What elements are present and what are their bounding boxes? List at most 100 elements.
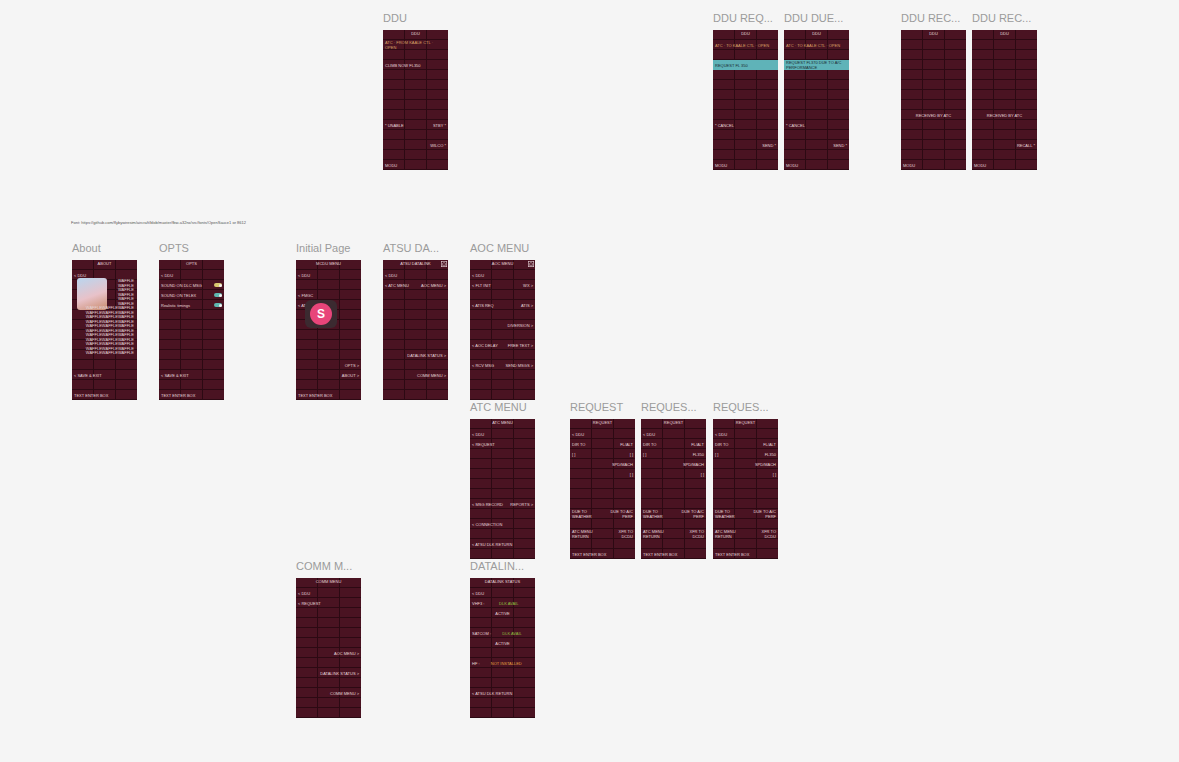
artboard-label[interactable]: AOC MENU xyxy=(470,242,535,260)
left-cell[interactable]: MODU xyxy=(974,163,986,168)
artboard-label[interactable]: DDU REC... xyxy=(972,12,1037,30)
left-cell[interactable]: < SAVE & EXIT xyxy=(74,373,102,378)
artboard[interactable]: DATALIN...DATALINK STATUS< DDUVHF3 :DLK … xyxy=(470,560,535,718)
left-cell[interactable]: < DDU xyxy=(472,591,484,596)
right-cell[interactable]: STBY * xyxy=(433,123,446,128)
right-cell[interactable]: AOC MENU > xyxy=(421,283,446,288)
right-cell[interactable]: DUE TO A/C PERF xyxy=(747,509,776,519)
screen-frame[interactable]: REQUEST< DDUDIR TOFL/ALT[ ]FL350SPD/MACH… xyxy=(641,419,706,559)
right-cell[interactable]: XFR TO DCDU xyxy=(680,529,704,539)
right-cell[interactable]: COMM MENU > xyxy=(417,373,446,378)
artboard[interactable]: AOC MENUAOC MENU< DDU< FLT INITWX >< ATI… xyxy=(470,242,535,400)
artboard[interactable]: ATC MENUATC MENU< DDU< REQUEST< MSG RECO… xyxy=(470,401,535,559)
right-cell[interactable]: FL/ALT xyxy=(763,442,776,447)
screen-frame[interactable]: DDURECEIVED BY ATCRECALL *MODU xyxy=(972,30,1037,170)
artboard[interactable]: ATSU DA...ATSU DATALINK< DDU< ATC MENUAO… xyxy=(383,242,448,400)
screen-frame[interactable]: OPTS< DDUSOUND ON DLC MSGSOUND ON TELEXR… xyxy=(159,260,224,400)
left-cell[interactable]: * UNABLE xyxy=(385,123,404,128)
left-cell[interactable]: < DDU xyxy=(715,432,727,437)
left-cell[interactable]: < DDU xyxy=(572,432,584,437)
artboard[interactable]: AboutABOUT< DDU< SAVE & EXITTEXT ENTER B… xyxy=(72,242,137,400)
right-cell[interactable]: OPTS > xyxy=(345,363,359,368)
toggle-switch[interactable] xyxy=(214,303,222,307)
right-cell[interactable]: [ ] xyxy=(630,472,633,477)
left-cell[interactable]: < SAVE & EXIT xyxy=(161,373,189,378)
left-cell[interactable]: ATC · FROM KAALE CTL · OPEN xyxy=(385,40,444,50)
left-cell[interactable]: < REQUEST xyxy=(472,442,495,447)
artboard-label[interactable]: DATALIN... xyxy=(470,560,535,578)
artboard[interactable]: DDU REC...DDURECEIVED BY ATCRECALL *MODU xyxy=(972,12,1037,170)
artboard-label[interactable]: REQUES... xyxy=(713,401,778,419)
right-cell[interactable]: [ ] xyxy=(773,472,776,477)
left-cell[interactable]: < RCV MSG xyxy=(472,363,494,368)
left-cell[interactable]: TEXT ENTER BOX xyxy=(643,552,677,557)
home-icon[interactable] xyxy=(441,261,447,267)
artboard-label[interactable]: OPTS xyxy=(159,242,224,260)
left-cell[interactable]: < ATIS REQ xyxy=(472,303,494,308)
screen-frame[interactable]: DDURECEIVED BY ATCMODU xyxy=(901,30,966,170)
left-cell[interactable]: < DDU xyxy=(74,273,86,278)
left-cell[interactable]: TEXT ENTER BOX xyxy=(161,393,195,398)
left-cell[interactable]: MODU xyxy=(385,163,397,168)
artboard[interactable]: DDU REQ...DDUATC · TO KAALE CTL · OPENRE… xyxy=(713,12,778,170)
artboard[interactable]: REQUES...REQUEST< DDUDIR TOFL/ALT[ ]FL35… xyxy=(641,401,706,559)
screen-frame[interactable]: COMM MENU< DDU< REQUESTAOC MENU >DATALIN… xyxy=(296,578,361,718)
left-cell[interactable]: ATC MENU RETURN xyxy=(572,529,607,539)
right-cell[interactable]: DUE TO A/C PERF xyxy=(675,509,704,519)
left-cell[interactable]: SOUND ON TELEX xyxy=(161,293,196,298)
right-cell[interactable]: FL350 xyxy=(693,452,704,457)
screen-frame[interactable]: DDUATC · TO KAALE CTL · OPENREQUEST FL37… xyxy=(784,30,849,170)
screen-frame[interactable]: DATALINK STATUS< DDUVHF3 :DLK AVAILACTIV… xyxy=(470,578,535,718)
artboard-label[interactable]: ATC MENU xyxy=(470,401,535,419)
left-cell[interactable]: < ATSU DLK RETURN xyxy=(472,542,512,547)
left-cell[interactable]: < ATC MENU xyxy=(385,283,409,288)
artboard-label[interactable]: ATSU DA... xyxy=(383,242,448,260)
artboard-label[interactable]: About xyxy=(72,242,137,260)
right-cell[interactable]: FL/ALT xyxy=(620,442,633,447)
screen-frame[interactable]: MCDU MENU< DDU< FMGC< ATSUOPTS >ABOUT >T… xyxy=(296,260,361,400)
artboard[interactable]: DDU DUE...DDUATC · TO KAALE CTL · OPENRE… xyxy=(784,12,849,170)
right-cell[interactable]: DATALINK STATUS > xyxy=(407,353,446,358)
right-cell[interactable]: SEND * xyxy=(833,143,847,148)
right-cell[interactable]: WX > xyxy=(523,283,533,288)
right-cell[interactable]: XFR TO DCDU xyxy=(752,529,776,539)
home-icon[interactable] xyxy=(528,261,534,267)
screen-frame[interactable]: DDUATC · FROM KAALE CTL · OPENCLIMB NOW … xyxy=(383,30,448,170)
left-cell[interactable]: * CANCEL xyxy=(715,123,734,128)
screen-frame[interactable]: ATSU DATALINK< DDU< ATC MENUAOC MENU >DA… xyxy=(383,260,448,400)
left-cell[interactable]: DUE TO WEATHER xyxy=(715,509,745,519)
left-cell[interactable]: SOUND ON DLC MSG xyxy=(161,283,202,288)
artboard-label[interactable]: DDU xyxy=(383,12,448,30)
left-cell[interactable]: [ ] xyxy=(643,452,646,457)
left-cell[interactable]: ATC MENU RETURN xyxy=(715,529,750,539)
left-cell[interactable]: TEXT ENTER BOX xyxy=(572,552,606,557)
left-cell[interactable]: TEXT ENTER BOX xyxy=(74,393,108,398)
artboard-label[interactable]: REQUES... xyxy=(641,401,706,419)
left-cell[interactable]: DUE TO WEATHER xyxy=(572,509,602,519)
right-cell[interactable]: DATALINK STATUS > xyxy=(320,671,359,676)
left-cell[interactable]: CLIMB NOW FL350 xyxy=(385,63,421,68)
right-cell[interactable]: ATIS > xyxy=(521,303,533,308)
right-cell[interactable]: RECALL * xyxy=(1017,143,1035,148)
right-cell[interactable]: FREE TEXT > xyxy=(508,343,533,348)
left-cell[interactable]: VHF3 : xyxy=(472,601,484,606)
left-cell[interactable]: TEXT ENTER BOX xyxy=(715,552,749,557)
artboard-label[interactable]: COMM M... xyxy=(296,560,361,578)
screen-frame[interactable]: ABOUT< DDU< SAVE & EXITTEXT ENTER BOXWAF… xyxy=(72,260,137,400)
left-cell[interactable]: HF : xyxy=(472,661,480,666)
screen-frame[interactable]: AOC MENU< DDU< FLT INITWX >< ATIS REQATI… xyxy=(470,260,535,400)
left-cell[interactable]: DUE TO WEATHER xyxy=(643,509,673,519)
left-cell[interactable]: MODU xyxy=(715,163,727,168)
left-cell[interactable]: DIR TO xyxy=(572,442,585,447)
left-cell[interactable]: < FLT INIT xyxy=(472,283,491,288)
screen-frame[interactable]: REQUEST< DDUDIR TOFL/ALT[ ][ ]SPD/MACH[ … xyxy=(570,419,635,559)
left-cell[interactable]: < MSG RECORD xyxy=(472,502,503,507)
right-cell[interactable]: REPORTS > xyxy=(510,502,533,507)
left-cell[interactable]: < REQUEST xyxy=(298,601,321,606)
left-cell[interactable]: [ ] xyxy=(715,452,718,457)
right-cell[interactable]: DIVERSION > xyxy=(508,323,533,328)
left-cell[interactable]: < FMGC xyxy=(298,293,313,298)
screen-frame[interactable]: REQUEST< DDUDIR TOFL/ALT[ ]FL350SPD/MACH… xyxy=(713,419,778,559)
left-cell[interactable]: < CONNECTION xyxy=(472,522,502,527)
left-cell[interactable]: TEXT ENTER BOX xyxy=(298,393,332,398)
